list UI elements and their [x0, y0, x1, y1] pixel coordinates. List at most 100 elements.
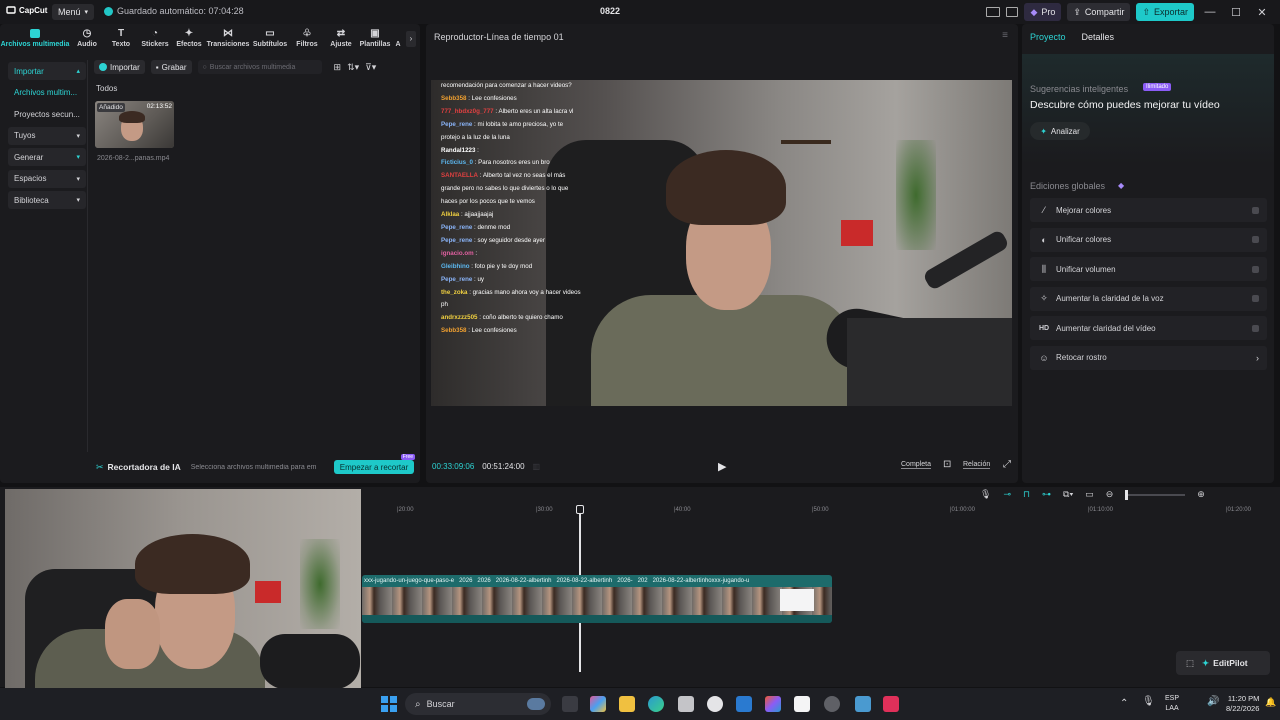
tab-text[interactable]: T Texto: [104, 26, 138, 54]
zoom-handle[interactable]: [1125, 489, 1129, 500]
store-icon[interactable]: [678, 696, 694, 712]
cloud-check-icon: [104, 6, 113, 16]
tab-effects[interactable]: ✦ Efectos: [172, 26, 206, 54]
mail-icon[interactable]: [736, 696, 752, 712]
tab-templates[interactable]: ▣ Plantillas: [358, 26, 392, 54]
language-indicator[interactable]: ESP LAA: [1165, 694, 1179, 714]
tab-media[interactable]: Archivos multimedia: [0, 26, 70, 54]
microphone-icon[interactable]: 🎙: [1142, 696, 1155, 707]
tab-audio[interactable]: ◷ Audio: [70, 26, 104, 54]
tab-subtitles[interactable]: ▭ Subtítulos: [250, 26, 290, 54]
copilot-icon[interactable]: [590, 696, 606, 712]
toggle[interactable]: [1252, 236, 1259, 243]
layout-icon[interactable]: [986, 7, 1001, 17]
pro-button[interactable]: ◆ Pro: [1024, 3, 1062, 21]
file-explorer-icon[interactable]: [619, 696, 635, 712]
sort-icon[interactable]: ⇅▾: [347, 62, 359, 73]
microphone-icon[interactable]: 🎙: [980, 489, 991, 500]
chrome-icon[interactable]: [824, 696, 840, 712]
menu-button[interactable]: Menú ▾: [52, 4, 95, 20]
ratio-button[interactable]: Relación: [963, 461, 991, 469]
share-button[interactable]: ⇪ Compartir: [1067, 3, 1131, 21]
capcut-taskbar-icon[interactable]: [794, 696, 810, 712]
option-enhance-colors[interactable]: ⁄ Mejorar colores: [1030, 198, 1267, 222]
edge-icon[interactable]: [648, 696, 664, 712]
video-clip-track[interactable]: xxx-jugando-un-juego-que-paso-e 2026 202…: [362, 575, 832, 623]
start-cutting-button[interactable]: Empezar a recortar Free: [334, 454, 415, 474]
playhead-handle[interactable]: [576, 505, 584, 514]
media-thumbnail[interactable]: Añadido 02:13:52: [95, 101, 174, 148]
taskbar-search[interactable]: ⌕ Buscar: [405, 693, 551, 715]
option-unify-colors[interactable]: ◐ Unificar colores: [1030, 227, 1267, 252]
option-retouch-face[interactable]: ☺ Retocar rostro ›: [1030, 345, 1267, 370]
tab-transitions[interactable]: ⋈ Transiciones: [206, 26, 250, 54]
filter-all-label[interactable]: Todos: [96, 84, 117, 93]
split-icon[interactable]: ⧉▾: [1063, 489, 1073, 500]
toggle[interactable]: [1252, 206, 1259, 214]
chat-message: andrxzzz505 : coño alberto te quiero cha…: [441, 312, 581, 325]
sidebar-item-yours[interactable]: Tuyos ▾: [8, 126, 86, 145]
tab-stickers[interactable]: ◔ Stickers: [138, 26, 172, 54]
preview-icon[interactable]: ▭: [1085, 489, 1094, 500]
export-button[interactable]: ⇧ Exportar: [1136, 3, 1194, 21]
clock[interactable]: 11:20 PM 8/22/2026: [1226, 694, 1259, 714]
zoom-slider[interactable]: [1125, 489, 1186, 500]
fullscreen-icon[interactable]: ⤢: [1003, 459, 1011, 470]
app-logo: CapCut: [6, 5, 47, 15]
video-preview[interactable]: recomendación para comenzar a hacer vide…: [431, 80, 1012, 406]
crop-icon[interactable]: ⊡: [943, 459, 951, 470]
editpilot-button[interactable]: ✦ EditPilot: [1202, 658, 1248, 669]
option-voice-clarity[interactable]: ✧ Aumentar la claridad de la voz: [1030, 286, 1267, 311]
toggle[interactable]: [1252, 265, 1259, 273]
close-icon[interactable]: ✕: [1252, 3, 1272, 21]
play-button[interactable]: ▶: [718, 460, 726, 473]
toggle[interactable]: [1252, 295, 1259, 302]
tray-chevron-icon[interactable]: ⌃: [1120, 698, 1128, 709]
filter-icon[interactable]: ⊽▾: [365, 62, 376, 73]
task-view-icon[interactable]: [562, 696, 578, 712]
analyze-button[interactable]: ✦ Analizar: [1030, 122, 1090, 140]
ruler-icon[interactable]: ▥: [533, 462, 541, 471]
full-quality-button[interactable]: Completa: [901, 461, 931, 469]
scroll-right-button[interactable]: ›: [406, 31, 416, 47]
hamburger-icon[interactable]: ≡: [1002, 30, 1008, 41]
tab-adjust[interactable]: ⇄ Ajuste: [324, 26, 358, 54]
minimize-icon[interactable]: —: [1200, 3, 1220, 21]
sidebar-item-media-files[interactable]: Archivos multim...: [8, 84, 86, 102]
tab-filters[interactable]: ♧ Filtros: [290, 26, 324, 54]
magnet-icon[interactable]: ⊓: [1023, 489, 1030, 500]
alien-app-icon[interactable]: [707, 696, 723, 712]
record-button[interactable]: ▪ Grabar: [150, 60, 192, 74]
sidebar-item-secondary-projects[interactable]: Proyectos secun...: [8, 105, 86, 123]
volume-icon[interactable]: 🔊: [1207, 696, 1219, 707]
zoom-in-icon[interactable]: ⊕: [1197, 489, 1205, 500]
chat-message: 777_hbdxz0g_777 : Alberto eres un alta l…: [441, 106, 581, 119]
snap-icon[interactable]: ⊶: [1042, 489, 1051, 500]
zoom-out-icon[interactable]: ⊖: [1106, 489, 1114, 500]
shortcuts-icon[interactable]: [1006, 7, 1019, 17]
toggle[interactable]: [1252, 324, 1259, 332]
chat-text: :: [477, 146, 479, 154]
tab-more[interactable]: A: [392, 26, 404, 54]
tab-details[interactable]: Detalles: [1082, 32, 1115, 42]
sidebar-item-library[interactable]: Biblioteca ▾: [8, 191, 86, 209]
select-icon[interactable]: ⬚: [1186, 658, 1194, 669]
sidebar-item-generate[interactable]: Generar ▾: [8, 148, 86, 166]
photos-icon[interactable]: [855, 696, 871, 712]
tab-project[interactable]: Proyecto: [1030, 32, 1066, 42]
sidebar-item-import[interactable]: Importar ▴: [8, 62, 86, 80]
office-icon[interactable]: [765, 696, 781, 712]
maximize-icon[interactable]: ☐: [1226, 3, 1246, 21]
view-grid-icon[interactable]: ⊞: [334, 62, 342, 73]
sidebar-item-spaces[interactable]: Espacios ▾: [8, 169, 86, 188]
option-unify-volume[interactable]: ⫼ Unificar volumen: [1030, 257, 1267, 281]
link-icon[interactable]: ⊸: [1003, 489, 1011, 500]
start-button[interactable]: [381, 696, 397, 712]
option-video-clarity[interactable]: HD Aumentar claridad del vídeo: [1030, 316, 1267, 340]
notification-bell-icon[interactable]: 🔔: [1265, 697, 1276, 708]
chevron-down-icon: ▾: [76, 197, 80, 204]
tiktok-icon[interactable]: [883, 696, 899, 712]
media-search-input[interactable]: ○ Buscar archivos multimedia: [197, 60, 322, 74]
current-time: 00:33:09:06: [432, 462, 475, 471]
import-button[interactable]: Importar: [94, 60, 145, 74]
